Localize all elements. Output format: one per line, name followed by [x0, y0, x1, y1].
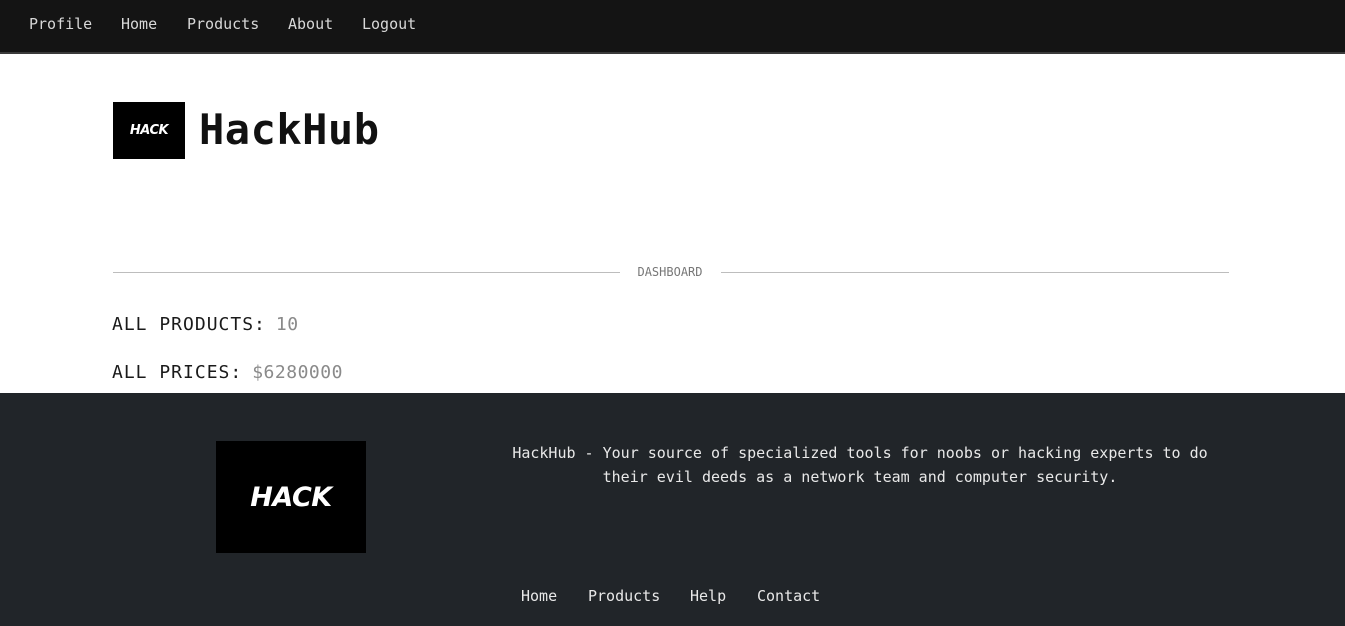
stat-products-value: 10	[275, 314, 299, 335]
nav-home-link[interactable]: Home	[121, 15, 157, 33]
section-label: DASHBOARD	[637, 265, 703, 279]
footer-description: HackHub - Your source of specialized too…	[512, 444, 1208, 486]
divider-left	[113, 272, 620, 273]
stat-all-prices: ALL PRICES: $6280000	[112, 362, 343, 384]
footer-logo: HACK	[216, 441, 366, 553]
nav-products-link[interactable]: Products	[187, 15, 259, 33]
brand-logo-text: HACK	[129, 123, 169, 138]
divider-right	[721, 272, 1229, 273]
footer-contact-link[interactable]: Contact	[757, 587, 820, 605]
brand-logo: HACK	[113, 102, 185, 159]
stat-prices-value: $6280000	[252, 362, 343, 383]
nav-about-link[interactable]: About	[288, 15, 333, 33]
page-title: HackHub	[199, 105, 380, 154]
footer: HACK HackHub - Your source of specialize…	[0, 393, 1345, 626]
stat-products-label: ALL PRODUCTS:	[112, 314, 266, 335]
footer-logo-text: HACK	[250, 481, 332, 513]
nav-logout-link[interactable]: Logout	[362, 15, 416, 33]
stat-all-products: ALL PRODUCTS: 10	[112, 314, 299, 336]
stat-prices-label: ALL PRICES:	[112, 362, 243, 383]
top-navigation: Profile Home Products About Logout	[0, 0, 1345, 54]
footer-products-link[interactable]: Products	[588, 587, 660, 605]
footer-home-link[interactable]: Home	[521, 587, 557, 605]
footer-help-link[interactable]: Help	[690, 587, 726, 605]
nav-profile-link[interactable]: Profile	[29, 15, 92, 33]
